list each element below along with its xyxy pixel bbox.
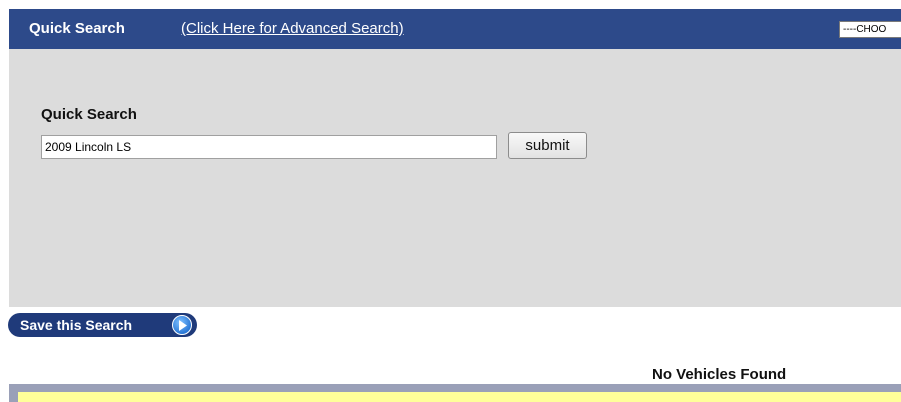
advanced-search-link[interactable]: (Click Here for Advanced Search) xyxy=(181,20,404,37)
quick-search-label: Quick Search xyxy=(41,106,137,123)
results-frame xyxy=(9,384,901,402)
play-arrow-icon xyxy=(172,315,192,335)
page: Quick Search (Click Here for Advanced Se… xyxy=(0,0,901,402)
choose-select[interactable]: ----CHOO xyxy=(839,21,901,38)
save-search-button[interactable]: Save this Search xyxy=(8,313,197,337)
no-vehicles-message: No Vehicles Found xyxy=(652,366,787,383)
results-area xyxy=(18,392,901,402)
save-search-label: Save this Search xyxy=(20,317,133,333)
submit-button[interactable]: submit xyxy=(508,132,587,159)
header-bar: Quick Search (Click Here for Advanced Se… xyxy=(9,9,901,49)
quick-search-input[interactable] xyxy=(41,135,497,159)
search-panel: Quick Search submit xyxy=(9,49,901,307)
header-title: Quick Search xyxy=(29,20,125,37)
